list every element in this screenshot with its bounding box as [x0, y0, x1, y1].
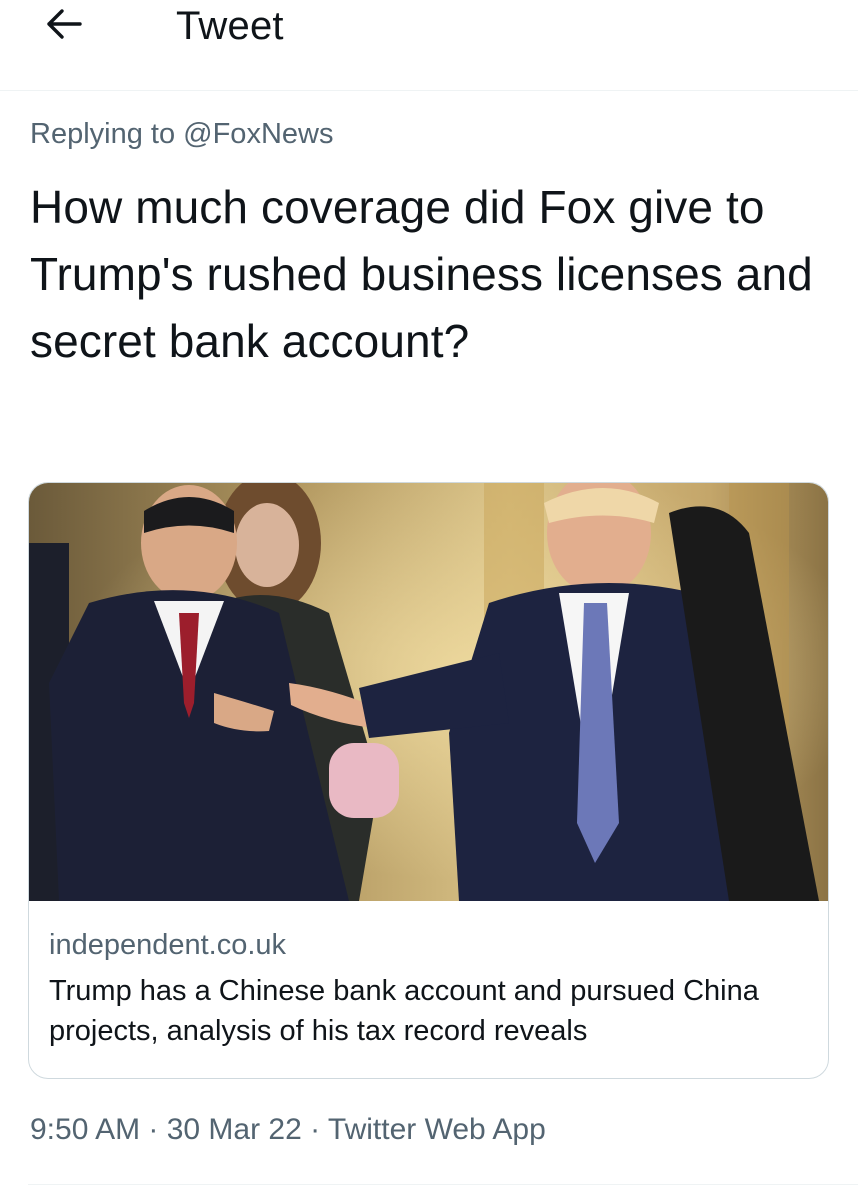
header-divider	[0, 90, 858, 91]
bottom-divider	[28, 1184, 858, 1185]
tweet-text: How much coverage did Fox give to Trump'…	[30, 181, 813, 367]
back-button[interactable]	[38, 2, 90, 50]
replying-to-label: Replying to	[30, 118, 184, 150]
page-title: Tweet	[176, 4, 284, 48]
tweet-timestamp[interactable]: 9:50 AM · 30 Mar 22 · Twitter Web App	[30, 1110, 546, 1150]
card-domain: independent.co.uk	[49, 929, 287, 961]
top-bar: Tweet	[0, 0, 858, 90]
card-photo	[29, 483, 828, 901]
card-image[interactable]	[29, 483, 828, 901]
card-title[interactable]: Trump has a Chinese bank account and pur…	[49, 971, 819, 1051]
reply-handle-link[interactable]: @FoxNews	[183, 118, 333, 150]
replying-to: Replying to @FoxNews	[30, 116, 333, 152]
link-card[interactable]: independent.co.uk Trump has a Chinese ba…	[28, 482, 829, 1079]
arrow-left-icon	[46, 8, 82, 45]
card-meta: independent.co.uk Trump has a Chinese ba…	[49, 927, 819, 1051]
